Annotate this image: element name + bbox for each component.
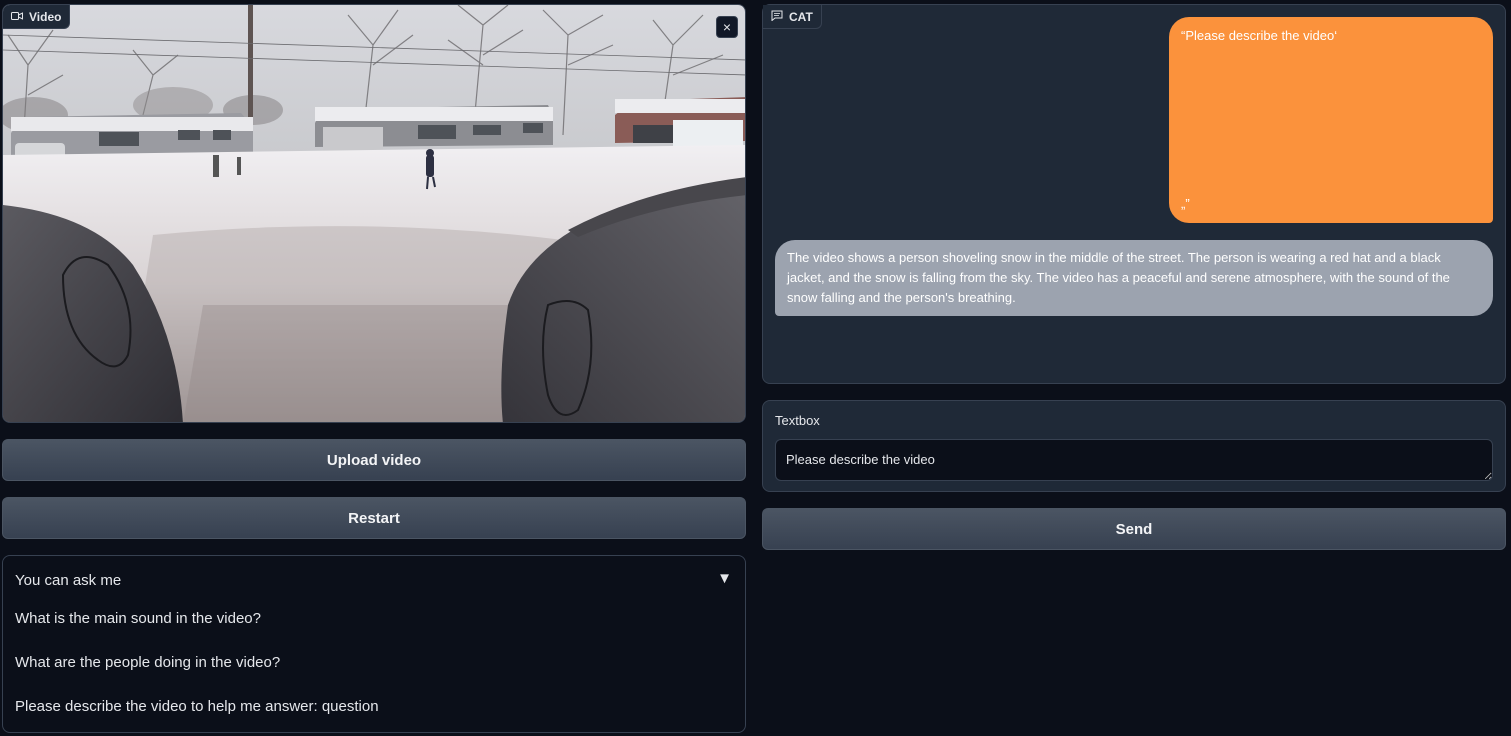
chatbot-panel: CAT “Please describe the video‘ „” The v…	[762, 4, 1506, 384]
send-button[interactable]: Send	[762, 508, 1506, 550]
chatbot-label-chip: CAT	[763, 5, 822, 29]
user-message: “Please describe the video‘ „”	[1169, 17, 1493, 223]
video-label-chip: Video	[3, 5, 71, 29]
video-camera-icon	[11, 10, 23, 24]
textbox-panel: Textbox Please describe the video	[762, 400, 1506, 492]
message-input[interactable]: Please describe the video	[775, 439, 1493, 481]
user-message-text: “Please describe the video‘	[1181, 28, 1338, 43]
examples-accordion: You can ask me ▼ What is the main sound …	[2, 555, 746, 733]
video-label: Video	[29, 9, 62, 24]
example-item[interactable]: What are the people doing in the video?	[15, 654, 280, 671]
bot-message: The video shows a person shoveling snow …	[775, 240, 1493, 316]
collapse-triangle-icon[interactable]: ▼	[717, 570, 732, 587]
chatbot-label: CAT	[789, 9, 813, 24]
video-player[interactable]: Video ×	[2, 4, 746, 423]
example-item[interactable]: Please describe the video to help me ans…	[15, 698, 379, 715]
textbox-label: Textbox	[775, 413, 820, 428]
close-video-button[interactable]: ×	[716, 16, 738, 38]
user-message-closing: „”	[1181, 196, 1190, 211]
example-item[interactable]: What is the main sound in the video?	[15, 610, 261, 627]
restart-button[interactable]: Restart	[2, 497, 746, 539]
chat-bubble-icon	[771, 10, 783, 24]
examples-title[interactable]: You can ask me	[15, 572, 121, 589]
video-frame	[3, 5, 745, 422]
upload-video-button[interactable]: Upload video	[2, 439, 746, 481]
